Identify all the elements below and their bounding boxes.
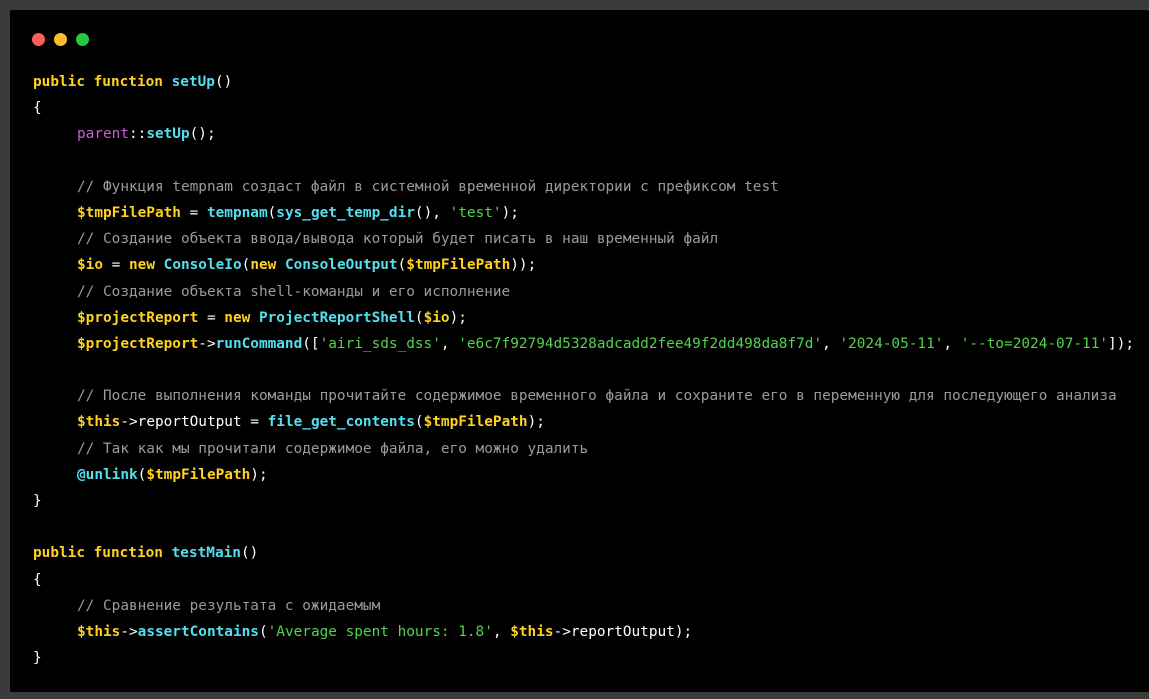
keyword: public function (33, 545, 172, 562)
code-comment: // Создание объекта ввода/вывода который… (77, 231, 719, 248)
punctuation: () (240, 545, 259, 562)
code-line: $projectReport->runCommand(['airi_sds_ds… (33, 331, 1149, 357)
operator: -> (198, 335, 216, 352)
punctuation: , (440, 335, 459, 352)
operator: = (103, 257, 129, 274)
minimize-dot[interactable] (54, 33, 67, 46)
variable: $io (77, 257, 103, 274)
operator: -> (120, 623, 138, 640)
code-line: $io = new ConsoleIo(new ConsoleOutput($t… (33, 252, 1149, 278)
keyword-parent: parent (77, 126, 129, 143)
function-name: setUp (171, 74, 215, 90)
operator: -> (120, 414, 138, 431)
variable: $this (510, 623, 554, 640)
window-controls (32, 33, 89, 46)
variable: $tmpFilePath (146, 466, 251, 483)
punctuation: ); (250, 466, 268, 483)
punctuation: :: (128, 126, 147, 143)
maximize-dot[interactable] (76, 33, 89, 46)
string-literal: 'e6c7f92794d5328adcadd2fee49f2dd498da8f7… (458, 335, 823, 352)
variable: $tmpFilePath (406, 257, 511, 274)
function-name: @unlink (77, 466, 138, 483)
code-comment: // После выполнения команды прочитайте с… (77, 388, 1117, 405)
string-literal: 'Average spent hours: 1.8' (267, 623, 493, 640)
keyword: new (250, 257, 285, 274)
property: reportOutput (570, 623, 675, 640)
code-block[interactable]: public function setUp() { parent::setUp(… (33, 69, 1149, 671)
variable: $projectReport (77, 335, 199, 352)
variable: $projectReport (77, 309, 199, 326)
keyword: new (224, 309, 259, 326)
punctuation: ); (449, 309, 467, 326)
code-line: { (33, 100, 42, 117)
string-literal: 'test' (449, 204, 502, 221)
function-name: runCommand (215, 335, 303, 352)
variable: $tmpFilePath (423, 414, 528, 431)
punctuation: ( (414, 414, 424, 431)
operator: = (198, 309, 225, 326)
close-dot[interactable] (32, 33, 45, 46)
operator: -> (553, 623, 571, 640)
keyword: new (129, 257, 164, 274)
class-name: ConsoleIo (163, 257, 242, 274)
punctuation: ); (527, 414, 545, 431)
function-name: testMain (171, 545, 241, 562)
code-comment: // Функция tempnam создаст файл в систем… (77, 178, 779, 195)
code-comment: // Создание объекта shell-команды и его … (77, 283, 511, 300)
variable: $io (423, 309, 450, 326)
class-name: ConsoleOutput (284, 257, 398, 274)
punctuation: ); (674, 623, 693, 640)
string-literal: '--to=2024-07-11' (960, 335, 1109, 352)
string-literal: 'airi_sds_dss' (319, 335, 441, 352)
code-line: $tmpFilePath = tempnam(sys_get_temp_dir(… (33, 200, 1149, 226)
punctuation: ( (414, 309, 424, 326)
punctuation: )); (510, 257, 537, 274)
function-name: assertContains (137, 623, 259, 640)
variable: $this (77, 414, 121, 431)
code-line: parent::setUp(); (33, 121, 1149, 147)
function-name: sys_get_temp_dir (276, 204, 415, 221)
punctuation: ( (267, 204, 277, 221)
function-name: file_get_contents (267, 414, 415, 431)
code-line: public function testMain() (33, 540, 1149, 566)
code-line: $this->assertContains('Average spent hou… (33, 619, 1149, 645)
variable: $this (77, 623, 121, 640)
punctuation: , (492, 623, 511, 640)
operator: = (180, 204, 207, 221)
punctuation: (); (189, 126, 216, 143)
code-comment: // Так как мы прочитали содержимое файла… (77, 440, 589, 457)
punctuation: , (943, 335, 961, 352)
punctuation: ( (397, 257, 407, 274)
code-line: $projectReport = new ProjectReportShell(… (33, 305, 1149, 331)
code-line: } (33, 493, 42, 509)
punctuation: ( (241, 257, 251, 274)
code-line: @unlink($tmpFilePath); (33, 462, 1149, 488)
code-comment: // Сравнение результата с ожидаемым (77, 597, 381, 614)
function-name: setUp (146, 126, 190, 143)
keyword: public function (33, 74, 172, 90)
punctuation: , (822, 335, 840, 352)
punctuation: () (214, 74, 233, 90)
code-window: public function setUp() { parent::setUp(… (10, 10, 1149, 692)
code-line: public function setUp() (33, 69, 1149, 95)
code-line: } (33, 650, 42, 667)
class-name: ProjectReportShell (258, 309, 415, 326)
punctuation: ); (501, 204, 519, 221)
function-name: tempnam (206, 204, 268, 221)
property: reportOutput (137, 414, 242, 431)
punctuation: ]); (1108, 335, 1135, 352)
variable: $tmpFilePath (77, 204, 181, 221)
punctuation: ( (258, 623, 268, 640)
string-literal: '2024-05-11' (839, 335, 944, 352)
code-line: $this->reportOutput = file_get_contents(… (33, 409, 1149, 435)
punctuation: (), (414, 204, 450, 221)
code-line: { (33, 571, 42, 588)
operator: = (241, 414, 268, 431)
punctuation: ([ (302, 335, 320, 352)
